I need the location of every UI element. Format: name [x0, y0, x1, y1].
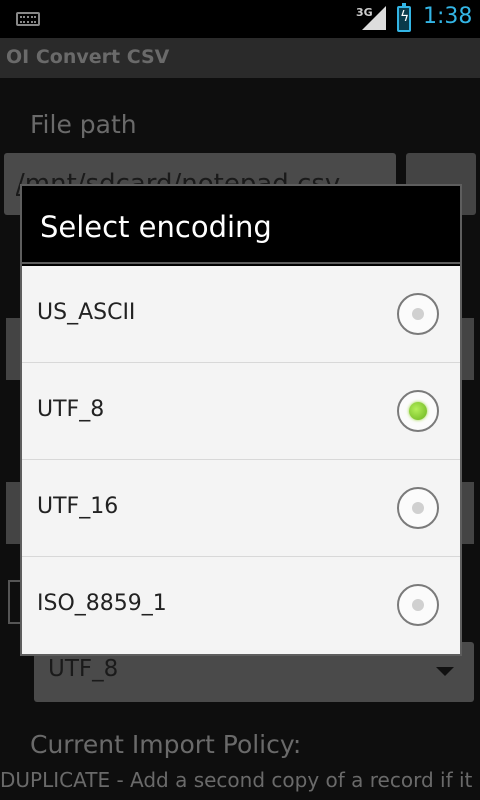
encoding-options-list: US_ASCII UTF_8 UTF_16 ISO_8859_1	[22, 266, 460, 654]
encoding-spinner-value: UTF_8	[48, 656, 119, 682]
radio-button[interactable]	[397, 293, 439, 335]
file-path-label: File path	[30, 110, 137, 139]
background-button[interactable]	[460, 482, 474, 544]
dialog-title: Select encoding	[40, 210, 272, 244]
encoding-option-utf-8[interactable]: UTF_8	[22, 363, 460, 460]
radio-button[interactable]	[397, 584, 439, 626]
background-button[interactable]	[460, 318, 474, 380]
clock: 1:38	[423, 4, 473, 29]
encoding-option-iso-8859-1[interactable]: ISO_8859_1	[22, 557, 460, 654]
encoding-option-us-ascii[interactable]: US_ASCII	[22, 266, 460, 363]
option-label: UTF_8	[37, 397, 105, 422]
select-encoding-dialog: Select encoding US_ASCII UTF_8 UTF_16 IS…	[20, 184, 462, 656]
dropdown-arrow-icon	[436, 667, 454, 676]
dialog-header: Select encoding	[22, 186, 460, 264]
option-label: UTF_16	[37, 494, 119, 519]
battery-charging-icon: ϟ	[397, 3, 411, 32]
radio-button-selected[interactable]	[397, 390, 439, 432]
radio-button[interactable]	[397, 487, 439, 529]
import-policy-label: Current Import Policy:	[30, 730, 302, 759]
status-bar: 3G ϟ 1:38	[0, 0, 480, 38]
keyboard-icon	[16, 12, 40, 26]
app-title-bar: OI Convert CSV	[0, 38, 480, 78]
option-label: US_ASCII	[37, 300, 136, 325]
encoding-option-utf-16[interactable]: UTF_16	[22, 460, 460, 557]
import-policy-description: DUPLICATE - Add a second copy of a recor…	[0, 768, 473, 792]
signal-icon	[362, 6, 386, 30]
app-title: OI Convert CSV	[6, 46, 170, 68]
option-label: ISO_8859_1	[37, 591, 167, 616]
